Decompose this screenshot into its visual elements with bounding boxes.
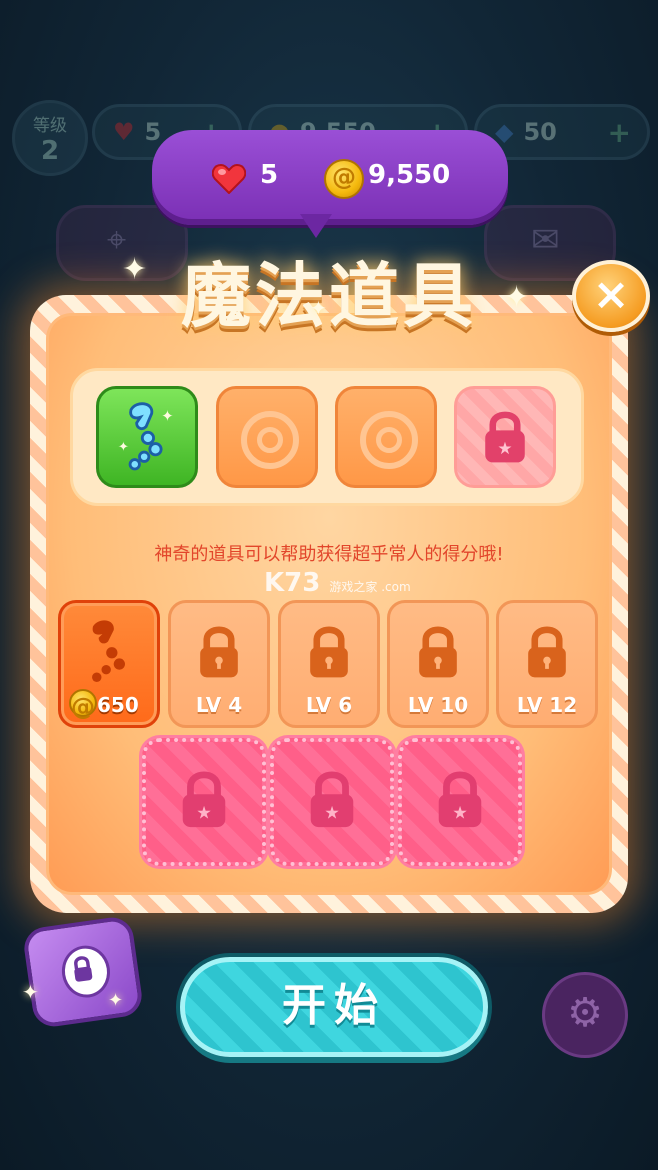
gem-icon: ◆ — [495, 118, 514, 146]
lock-icon — [419, 626, 457, 678]
chest-button[interactable] — [21, 914, 145, 1030]
level-value: 2 — [40, 136, 60, 166]
svg-text:★: ★ — [324, 803, 340, 823]
gems-value: 50 — [523, 118, 557, 146]
lock-icon: ★ — [310, 771, 354, 828]
svg-text:✦: ✦ — [161, 407, 174, 425]
bubble-lives: 5 — [260, 160, 279, 190]
item-level-req: LV 6 — [305, 693, 353, 717]
equipped-slot-footprint[interactable]: ✦ ✦ — [96, 386, 198, 488]
sparkle-icon: ✦ — [122, 252, 148, 287]
lock-icon: ★ — [485, 411, 525, 463]
svg-text:✦: ✦ — [118, 440, 129, 455]
premium-locked-card[interactable]: ★ — [398, 738, 522, 866]
sparkle-icon: ✦ — [504, 280, 530, 315]
resource-bubble: 5 9,550 — [152, 130, 508, 225]
watermark-main: K73 — [264, 568, 321, 598]
heart-icon — [212, 164, 246, 194]
item-level-req: LV 12 — [516, 693, 578, 717]
dialog-description: 神奇的道具可以帮助获得超乎常人的得分哦! — [154, 544, 504, 565]
svg-text:★: ★ — [452, 803, 468, 823]
item-price: 650 — [97, 693, 139, 717]
level-badge: 等级 2 — [12, 100, 88, 176]
sparkle-icon: ✦ — [310, 296, 327, 320]
watermark-sub: 游戏之家 .com — [329, 580, 411, 594]
plus-icon: + — [607, 115, 631, 149]
lives-value: 5 — [144, 118, 162, 146]
item-card-footprint[interactable]: 650 — [58, 600, 160, 728]
gear-icon: ⚙ — [567, 990, 603, 1036]
footprint-icon — [92, 620, 125, 682]
watermark: K73 游戏之家 .com — [264, 568, 411, 598]
locked-slot[interactable]: ★ — [454, 386, 556, 488]
chest-icon — [58, 942, 114, 1001]
swirl-icon — [360, 411, 418, 469]
close-button[interactable]: × — [572, 260, 650, 332]
svg-text:★: ★ — [196, 803, 212, 823]
item-card-locked[interactable]: LV 4 — [168, 600, 270, 728]
close-icon: × — [592, 269, 630, 320]
svg-text:★: ★ — [497, 438, 512, 458]
coin-icon — [69, 689, 97, 721]
item-level-req: LV 10 — [407, 693, 469, 717]
empty-slot[interactable] — [216, 386, 318, 488]
bubble-tail — [300, 214, 332, 238]
premium-locked-card[interactable]: ★ — [142, 738, 266, 866]
sparkle-icon: ✦ — [108, 990, 124, 1011]
coin-icon — [324, 159, 364, 199]
item-card-locked[interactable]: LV 10 — [387, 600, 489, 728]
lock-icon: ★ — [182, 771, 226, 828]
start-button[interactable]: 开始 — [180, 957, 488, 1057]
heart-icon: ♥ — [113, 118, 135, 146]
item-card-locked[interactable]: LV 6 — [278, 600, 380, 728]
item-level-req: LV 4 — [195, 693, 243, 717]
sparkle-icon: ✦ — [22, 980, 39, 1004]
lock-icon — [528, 626, 566, 678]
premium-locked-card[interactable]: ★ — [270, 738, 394, 866]
bubble-coins: 9,550 — [368, 160, 451, 190]
lock-icon — [74, 956, 93, 982]
lock-icon: ★ — [438, 771, 482, 828]
lock-icon — [200, 626, 238, 678]
swirl-icon — [241, 411, 299, 469]
settings-button[interactable]: ⚙ — [542, 972, 628, 1058]
empty-slot[interactable] — [335, 386, 437, 488]
item-card-locked[interactable]: LV 12 — [496, 600, 598, 728]
lock-icon — [310, 626, 348, 678]
footprint-icon: ✦ ✦ — [118, 402, 174, 471]
level-label: 等级 — [33, 116, 67, 136]
